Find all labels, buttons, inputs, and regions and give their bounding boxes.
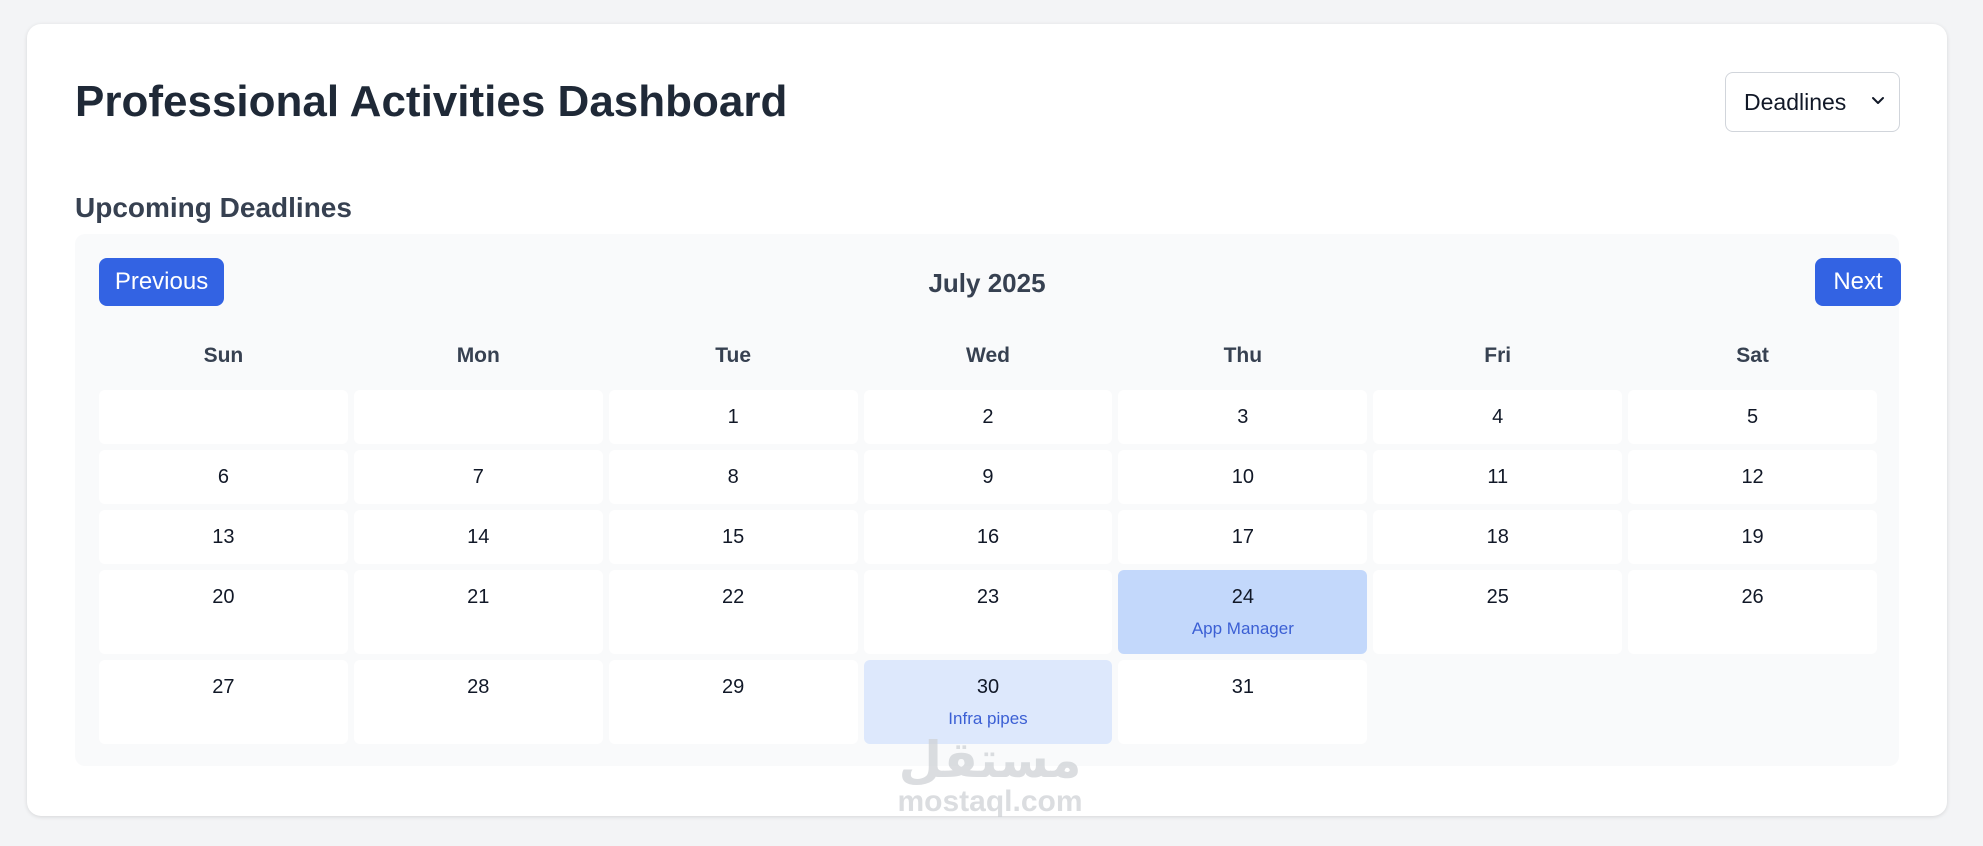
calendar-day-cell[interactable]: 1 — [608, 390, 858, 444]
calendar-day-cell[interactable]: 19 — [1628, 510, 1877, 564]
calendar-day-cell[interactable]: 23 — [863, 570, 1113, 654]
day-number: 5 — [1747, 406, 1759, 428]
day-number: 4 — [1492, 406, 1504, 428]
deadline-event-label[interactable]: Infra pipes — [864, 709, 1113, 729]
section-title: Upcoming Deadlines — [75, 192, 352, 223]
day-number: 3 — [1237, 406, 1249, 428]
day-number: 16 — [976, 526, 1000, 548]
calendar-day-cell[interactable]: 24 App Manager — [1118, 570, 1368, 654]
calendar-day-cell[interactable]: 4 — [1373, 390, 1623, 444]
day-number: 9 — [982, 466, 994, 488]
day-number: 30 — [976, 676, 1000, 698]
day-number: 1 — [727, 406, 739, 428]
day-number: 14 — [467, 526, 490, 548]
calendar-day-cell[interactable]: 18 — [1373, 510, 1623, 564]
calendar-day-cell[interactable]: 2 — [863, 390, 1113, 444]
weekday-wed: Wed — [966, 344, 1010, 367]
page-title: Professional Activities Dashboard — [75, 77, 788, 126]
calendar-empty-cell — [1373, 660, 1622, 744]
day-number: 18 — [1486, 526, 1509, 548]
calendar-day-cell[interactable]: 12 — [1628, 450, 1877, 504]
day-number: 19 — [1741, 526, 1764, 548]
calendar-day-cell[interactable]: 10 — [1118, 450, 1368, 504]
calendar-empty-cell — [353, 390, 603, 444]
calendar-day-cell[interactable]: 28 — [353, 660, 603, 744]
calendar-day-cell[interactable]: 7 — [353, 450, 603, 504]
calendar-day-cell[interactable]: 13 — [99, 510, 348, 564]
weekday-mon: Mon — [456, 344, 500, 367]
day-number: 8 — [727, 466, 739, 488]
day-number: 23 — [976, 586, 1000, 608]
day-number: 2 — [982, 406, 994, 428]
calendar-day-cell[interactable]: 6 — [99, 450, 348, 504]
day-number: 11 — [1487, 466, 1509, 488]
day-number: 24 — [1231, 586, 1254, 608]
day-number: 13 — [212, 526, 235, 548]
weekday-fri: Fri — [1484, 344, 1512, 367]
calendar-day-cell[interactable]: 25 — [1373, 570, 1623, 654]
calendar-day-cell[interactable]: 27 — [99, 660, 348, 744]
next-month-button[interactable]: Next — [1815, 258, 1901, 306]
calendar-day-cell[interactable]: 20 — [99, 570, 348, 654]
day-number: 29 — [722, 676, 745, 698]
chevron-down-icon — [1872, 97, 1884, 104]
day-number: 22 — [722, 586, 745, 608]
day-number: 12 — [1741, 466, 1764, 488]
day-number: 20 — [212, 586, 235, 608]
day-number: 27 — [212, 676, 235, 698]
day-number: 7 — [472, 466, 484, 488]
calendar-day-cell[interactable]: 17 — [1118, 510, 1368, 564]
day-number: 21 — [467, 586, 490, 608]
dashboard-card: Professional Activities Dashboard Deadli… — [27, 24, 1947, 816]
day-number: 15 — [722, 526, 745, 548]
calendar: Previous July 2025 Next Sun Mon Tue Wed … — [75, 234, 1901, 766]
weekday-thu: Thu — [1223, 344, 1263, 367]
calendar-day-cell[interactable]: 15 — [608, 510, 858, 564]
watermark-arabic-text: مستقل — [898, 732, 1082, 788]
calendar-day-cell[interactable]: 8 — [608, 450, 858, 504]
calendar-day-grid: 1 2 3 4 5 6 7 8 9 10 11 12 13 14 15 16 17 18 19 20 21 22 23 24 A… — [99, 390, 1877, 744]
view-select-value: Deadlines — [1744, 88, 1847, 115]
calendar-day-cell[interactable]: 9 — [863, 450, 1113, 504]
calendar-empty-cell — [99, 390, 348, 444]
day-number: 10 — [1231, 466, 1254, 488]
calendar-day-cell[interactable]: 3 — [1118, 390, 1368, 444]
weekday-sun: Sun — [203, 344, 244, 367]
calendar-day-cell[interactable]: 26 — [1628, 570, 1877, 654]
day-number: 31 — [1231, 676, 1254, 698]
watermark-latin-text: mostaql.com — [897, 785, 1083, 818]
day-number: 17 — [1231, 526, 1254, 548]
calendar-day-cell[interactable]: 21 — [353, 570, 603, 654]
calendar-day-cell[interactable]: 16 — [863, 510, 1113, 564]
calendar-day-cell[interactable]: 14 — [353, 510, 603, 564]
deadline-event-label[interactable]: App Manager — [1118, 619, 1367, 639]
weekday-sat: Sat — [1736, 344, 1769, 367]
calendar-empty-cell — [1628, 660, 1877, 744]
day-number: 6 — [217, 466, 229, 488]
weekday-tue: Tue — [715, 344, 752, 367]
weekday-header: Sun Mon Tue Wed Thu Fri Sat — [99, 344, 1877, 368]
calendar-day-cell[interactable]: 31 — [1118, 660, 1368, 744]
watermark-logo: مستقل mostaql.com — [880, 735, 1100, 818]
view-select[interactable]: Deadlines — [1725, 72, 1900, 132]
day-number: 25 — [1486, 586, 1509, 608]
calendar-day-cell[interactable]: 5 — [1628, 390, 1877, 444]
calendar-day-cell[interactable]: 22 — [608, 570, 858, 654]
calendar-day-cell[interactable]: 11 — [1373, 450, 1623, 504]
day-number: 28 — [467, 676, 490, 698]
calendar-day-cell[interactable]: 29 — [608, 660, 858, 744]
day-number: 26 — [1741, 586, 1764, 608]
month-label: July 2025 — [928, 268, 1046, 298]
